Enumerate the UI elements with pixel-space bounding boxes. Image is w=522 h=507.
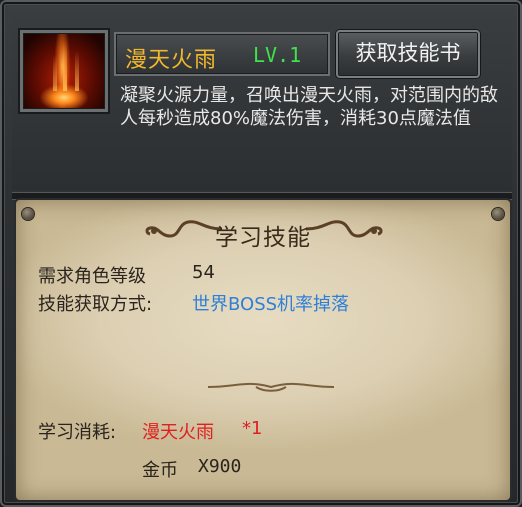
cost-label: 学习消耗: bbox=[38, 422, 117, 443]
fire-ray bbox=[63, 41, 67, 91]
divider-ornament-icon bbox=[207, 382, 335, 392]
acquire-method-label: 技能获取方式: bbox=[38, 294, 153, 315]
fire-rain-icon bbox=[20, 30, 108, 112]
learn-skill-title: 学习技能 bbox=[215, 225, 311, 251]
cost-item-qty: *1 bbox=[242, 418, 263, 439]
panel-separator bbox=[12, 192, 512, 200]
fire-ray bbox=[75, 51, 79, 91]
required-level-label: 需求角色等级 bbox=[38, 266, 146, 287]
skill-description: 凝聚火源力量，召唤出漫天火雨，对范围内的敌人每秒造成80%魔法伤害，消耗30点魔… bbox=[120, 85, 498, 129]
gold-label: 金币 bbox=[142, 460, 178, 481]
acquire-method-value: 世界BOSS机率掉落 bbox=[192, 294, 350, 315]
gold-value: X900 bbox=[198, 456, 242, 477]
skill-title-box: 漫天火雨 LV.1 bbox=[114, 32, 330, 76]
required-level-value: 54 bbox=[192, 262, 215, 283]
fire-ray bbox=[53, 55, 57, 91]
learn-skill-parchment: 学习技能 需求角色等级 54 技能获取方式: 世界BOSS机率掉落 学习消耗: … bbox=[16, 200, 510, 500]
skill-name: 漫天火雨 bbox=[125, 48, 218, 73]
get-skill-book-button[interactable]: 获取技能书 bbox=[336, 30, 480, 78]
cost-item: 漫天火雨 bbox=[142, 422, 214, 443]
skill-learn-window: 漫天火雨 LV.1 获取技能书 凝聚火源力量，召唤出漫天火雨，对范围内的敌人每秒… bbox=[0, 0, 522, 507]
skill-level: LV.1 bbox=[253, 43, 302, 67]
